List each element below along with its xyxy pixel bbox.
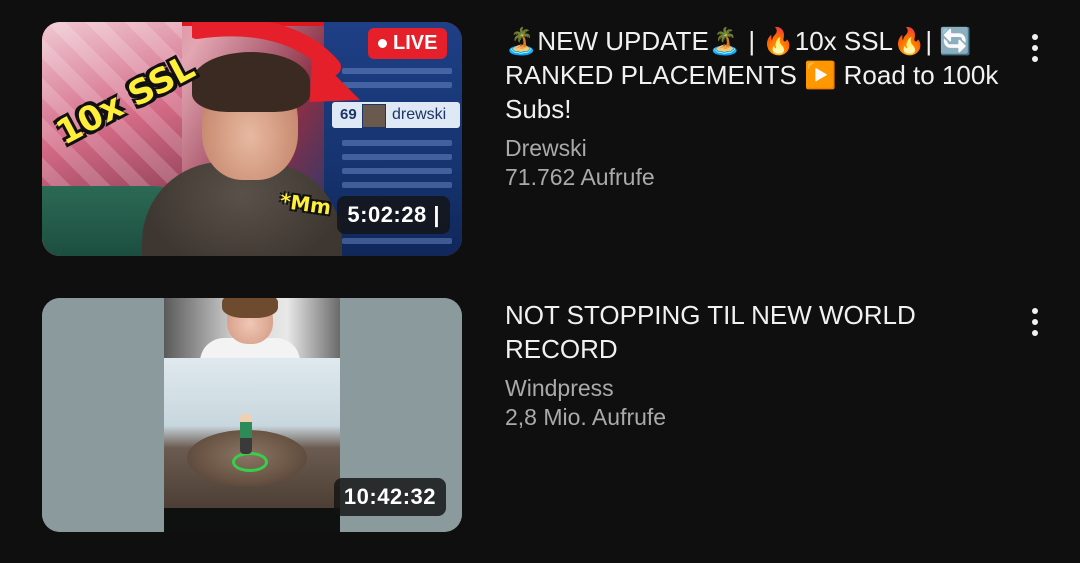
video-thumbnail[interactable]: 10:42:32 bbox=[42, 298, 462, 532]
view-count: 71.762 Aufrufe bbox=[505, 164, 655, 190]
view-count: 2,8 Mio. Aufrufe bbox=[505, 404, 667, 430]
video-thumbnail[interactable]: 69 drewski 10x SSL *Mm LIVE 5:02:28 | bbox=[42, 22, 462, 256]
red-arrow-icon bbox=[192, 22, 360, 102]
live-badge-label: LIVE bbox=[393, 32, 438, 54]
live-dot-icon bbox=[378, 39, 387, 48]
more-vert-icon[interactable] bbox=[1020, 302, 1050, 342]
channel-name[interactable]: Drewski bbox=[505, 134, 1015, 163]
video-duration: 10:42:32 bbox=[333, 478, 446, 516]
scoreboard-line bbox=[342, 168, 452, 174]
menu-dot bbox=[1032, 308, 1038, 314]
scoreboard-line bbox=[342, 182, 452, 188]
video-item[interactable]: 69 drewski 10x SSL *Mm LIVE 5:02:28 | 🏝️… bbox=[0, 22, 1080, 258]
more-vert-icon[interactable] bbox=[1020, 28, 1050, 68]
scoreboard-line bbox=[342, 140, 452, 146]
video-title[interactable]: NOT STOPPING TIL NEW WORLD RECORD bbox=[505, 298, 1015, 366]
game-character bbox=[240, 414, 252, 454]
webcam-person-hair bbox=[222, 298, 278, 318]
game-checkpoint-ring bbox=[232, 452, 268, 472]
scoreboard-line bbox=[342, 154, 452, 160]
menu-dot bbox=[1032, 319, 1038, 325]
video-meta[interactable]: 🏝️NEW UPDATE🏝️ | 🔥10x SSL🔥| 🔄 RANKED PLA… bbox=[505, 24, 1015, 192]
scoreboard-line bbox=[342, 238, 452, 244]
video-meta[interactable]: NOT STOPPING TIL NEW WORLD RECORD Windpr… bbox=[505, 298, 1015, 432]
scoreboard-name: drewski bbox=[392, 106, 447, 123]
video-feed: 69 drewski 10x SSL *Mm LIVE 5:02:28 | 🏝️… bbox=[0, 0, 1080, 563]
live-badge: LIVE bbox=[368, 28, 448, 59]
menu-dot bbox=[1032, 330, 1038, 336]
video-duration: 5:02:28 | bbox=[337, 196, 450, 234]
channel-name[interactable]: Windpress bbox=[505, 374, 1015, 403]
scoreboard-avatar bbox=[362, 104, 386, 128]
menu-dot bbox=[1032, 34, 1038, 40]
thumbnail-blur-left bbox=[42, 298, 164, 532]
video-item[interactable]: 10:42:32 NOT STOPPING TIL NEW WORLD RECO… bbox=[0, 298, 1080, 534]
menu-dot bbox=[1032, 45, 1038, 51]
video-title[interactable]: 🏝️NEW UPDATE🏝️ | 🔥10x SSL🔥| 🔄 RANKED PLA… bbox=[505, 24, 1015, 126]
menu-dot bbox=[1032, 56, 1038, 62]
